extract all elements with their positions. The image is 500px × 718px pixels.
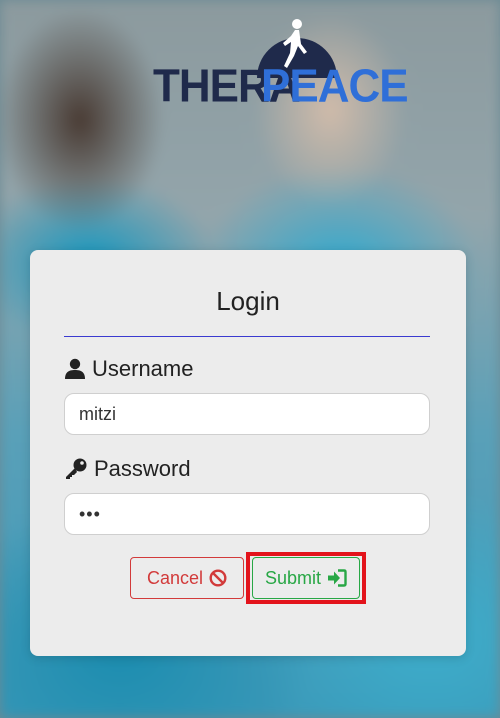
password-label-text: Password bbox=[94, 456, 191, 481]
cancel-button[interactable]: Cancel bbox=[130, 557, 244, 599]
submit-button[interactable]: Submit bbox=[252, 557, 360, 599]
username-label: Username bbox=[64, 356, 193, 382]
submit-button-label: Submit bbox=[264, 567, 322, 588]
password-input[interactable] bbox=[64, 493, 430, 535]
key-icon bbox=[66, 458, 87, 479]
therapeace-logo: THERA PEACE bbox=[153, 16, 409, 110]
login-title: Login bbox=[216, 286, 280, 316]
username-input[interactable] bbox=[64, 393, 430, 435]
user-icon bbox=[65, 358, 85, 379]
password-label: Password bbox=[64, 456, 191, 482]
username-label-text: Username bbox=[92, 356, 194, 381]
ban-icon bbox=[209, 569, 227, 587]
login-card: Login Username Password Cancel Submit bbox=[30, 250, 466, 656]
logo-text-peace: PEACE bbox=[261, 60, 409, 113]
title-divider bbox=[64, 336, 430, 337]
cancel-button-label: Cancel bbox=[146, 567, 204, 588]
sign-in-icon bbox=[328, 569, 347, 587]
